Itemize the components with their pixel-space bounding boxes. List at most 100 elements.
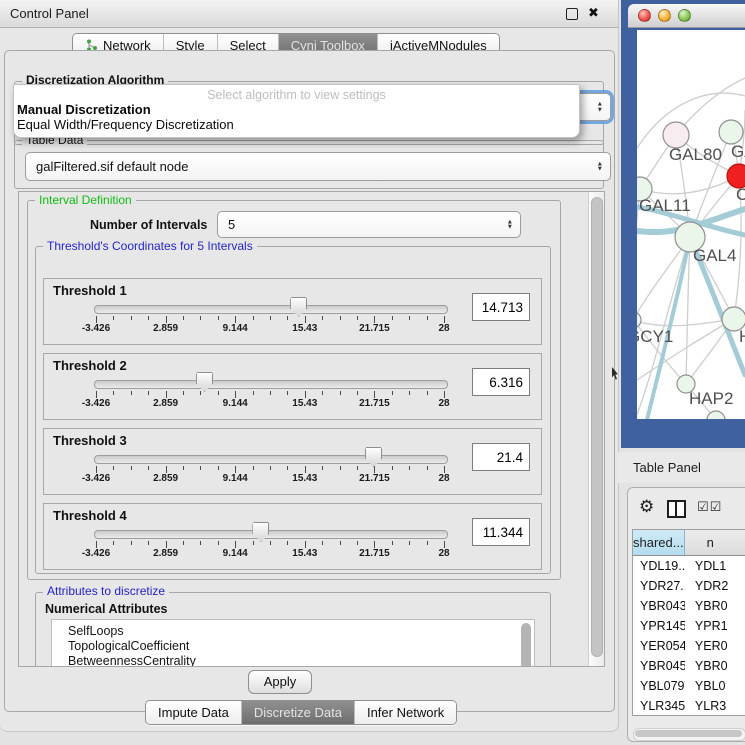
cell-shared-name[interactable]: YBR045C [633, 656, 685, 676]
cell-shared-name[interactable]: YPR145W [633, 616, 685, 636]
network-view-window: GAL80GACGAL11GAL4GCY1HHAP2 [621, 0, 745, 448]
table-row[interactable]: YBL079WYBL0 [633, 676, 745, 696]
combo-stepper-icon[interactable]: ▲▼ [597, 102, 603, 113]
network-node[interactable] [637, 312, 641, 328]
cell-shared-name[interactable]: YLR345W [633, 696, 685, 716]
attribute-list-item[interactable]: BetweennessCentrality [52, 654, 534, 667]
slider-tick [444, 466, 445, 473]
algorithm-option[interactable]: Manual Discretization [17, 102, 151, 117]
interval-definition-group-title: Interval Definition [35, 194, 136, 207]
gear-icon[interactable]: ⚙ [639, 497, 654, 517]
settings-scrollbar-lane[interactable] [588, 192, 604, 666]
slider-tick [131, 316, 132, 320]
column-header-shared-name[interactable]: shared... [633, 530, 685, 555]
slider-tick [113, 466, 114, 470]
table-row[interactable]: YBR043CYBR0 [633, 596, 745, 616]
slider-tick [427, 316, 428, 320]
slider-tick [392, 391, 393, 395]
slider-tick [166, 316, 167, 323]
table-row[interactable]: YBR045CYBR0 [633, 656, 745, 676]
network-canvas[interactable]: GAL80GACGAL11GAL4GCY1HHAP2 [637, 30, 745, 419]
cell-shared-name[interactable]: YBL079W [633, 676, 685, 696]
threshold-value-field[interactable]: 6.316 [472, 368, 530, 396]
slider-tick [131, 541, 132, 545]
threshold-label: Threshold 4 [53, 508, 127, 523]
table-hscrollbar-lane[interactable] [633, 728, 745, 741]
slider-tick [322, 466, 323, 470]
slider-tick-label: 15.43 [292, 323, 317, 334]
bottom-tab-infer-network[interactable]: Infer Network [354, 701, 456, 724]
cell-shared-name[interactable]: YDL19... [633, 556, 685, 576]
slider-tick [340, 466, 341, 470]
cell-shared-name[interactable]: YDR27... [633, 576, 685, 596]
slider-tick-label: 15.43 [292, 398, 317, 409]
cell-shared-name[interactable]: YBR043C [633, 596, 685, 616]
slider-tick [235, 316, 236, 323]
threshold-value-field[interactable]: 21.4 [472, 443, 530, 471]
float-window-icon[interactable] [566, 8, 578, 20]
table-rows: YDL19...YDL1YDR27...YDR2YBR043CYBR0YPR14… [633, 556, 745, 716]
threshold-slider-thumb[interactable] [365, 447, 382, 467]
number-of-intervals-combobox[interactable]: 5 ▲▼ [217, 211, 521, 238]
apply-button[interactable]: Apply [248, 670, 312, 694]
bottom-tab-discretize-data[interactable]: Discretize Data [241, 701, 354, 724]
zoom-window-icon[interactable] [678, 9, 691, 22]
settings-scrollbar-thumb[interactable] [591, 197, 603, 657]
attributes-list-scrollbar-thumb[interactable] [521, 623, 531, 667]
cell-name[interactable]: YBR0 [685, 596, 745, 616]
cell-name[interactable]: YPR1 [685, 616, 745, 636]
numerical-attributes-list[interactable]: SelfLoopsTopologicalCoefficientBetweenne… [51, 619, 535, 667]
threshold-slider-thumb[interactable] [290, 297, 307, 317]
cell-name[interactable]: YBL0 [685, 676, 745, 696]
threshold-slider-thumb[interactable] [252, 522, 269, 542]
table-data-combobox-value: galFiltered.sif default node [36, 159, 188, 174]
bottom-tab-impute-data[interactable]: Impute Data [146, 701, 241, 724]
threshold-slider-track[interactable] [94, 530, 448, 539]
attribute-list-item[interactable]: SelfLoops [52, 624, 534, 639]
cell-name[interactable]: YER0 [685, 636, 745, 656]
algorithm-popup-hint: Select algorithm to view settings [14, 88, 579, 102]
table-row[interactable]: YDR27...YDR2 [633, 576, 745, 596]
network-node[interactable] [719, 120, 743, 144]
cell-name[interactable]: YBR0 [685, 656, 745, 676]
minimize-window-icon[interactable] [658, 9, 671, 22]
table-data-combobox[interactable]: galFiltered.sif default node ▲▼ [25, 152, 611, 181]
table-row[interactable]: YLR345WYLR3 [633, 696, 745, 716]
cell-name[interactable]: YDR2 [685, 576, 745, 596]
slider-tick-label: 9.144 [223, 398, 248, 409]
threshold-slider-thumb[interactable] [196, 372, 213, 392]
attribute-list-item[interactable]: TopologicalCoefficient [52, 639, 534, 654]
slider-tick [218, 391, 219, 395]
slider-tick [96, 466, 97, 473]
threshold-slider-track[interactable] [94, 455, 448, 464]
table-panel-titlebar: Table Panel [618, 452, 745, 483]
combo-stepper-icon[interactable]: ▲▼ [507, 219, 513, 230]
node-table: shared... n YDL19...YDL1YDR27...YDR2YBR0… [632, 529, 745, 716]
combo-stepper-icon[interactable]: ▲▼ [597, 161, 603, 172]
slider-tick [305, 466, 306, 473]
close-window-icon[interactable] [638, 9, 651, 22]
threshold-slider-track[interactable] [94, 305, 448, 314]
algorithm-option[interactable]: Equal Width/Frequency Discretization [17, 117, 234, 132]
threshold-value-field[interactable]: 14.713 [472, 293, 530, 321]
slider-tick-label: 21.715 [359, 548, 390, 559]
threshold-slider-track[interactable] [94, 380, 448, 389]
column-header-name[interactable]: n [685, 530, 745, 555]
table-hscrollbar-thumb[interactable] [635, 730, 742, 737]
table-panel-title: Table Panel [633, 460, 701, 475]
threshold-value-field[interactable]: 11.344 [472, 518, 530, 546]
select-columns-checkbox-icons[interactable]: ☑☑ [697, 499, 722, 515]
slider-tick [131, 391, 132, 395]
threshold-label: Threshold 1 [53, 283, 127, 298]
slider-tick [409, 466, 410, 470]
table-row[interactable]: YDL19...YDL1 [633, 556, 745, 576]
table-row[interactable]: YPR145WYPR1 [633, 616, 745, 636]
slider-tick [148, 316, 149, 320]
cell-name[interactable]: YDL1 [685, 556, 745, 576]
close-panel-icon[interactable]: ✖ [588, 5, 599, 21]
slider-tick [218, 466, 219, 470]
cell-shared-name[interactable]: YER054C [633, 636, 685, 656]
cell-name[interactable]: YLR3 [685, 696, 745, 716]
split-columns-icon[interactable] [667, 500, 686, 518]
table-row[interactable]: YER054CYER0 [633, 636, 745, 656]
